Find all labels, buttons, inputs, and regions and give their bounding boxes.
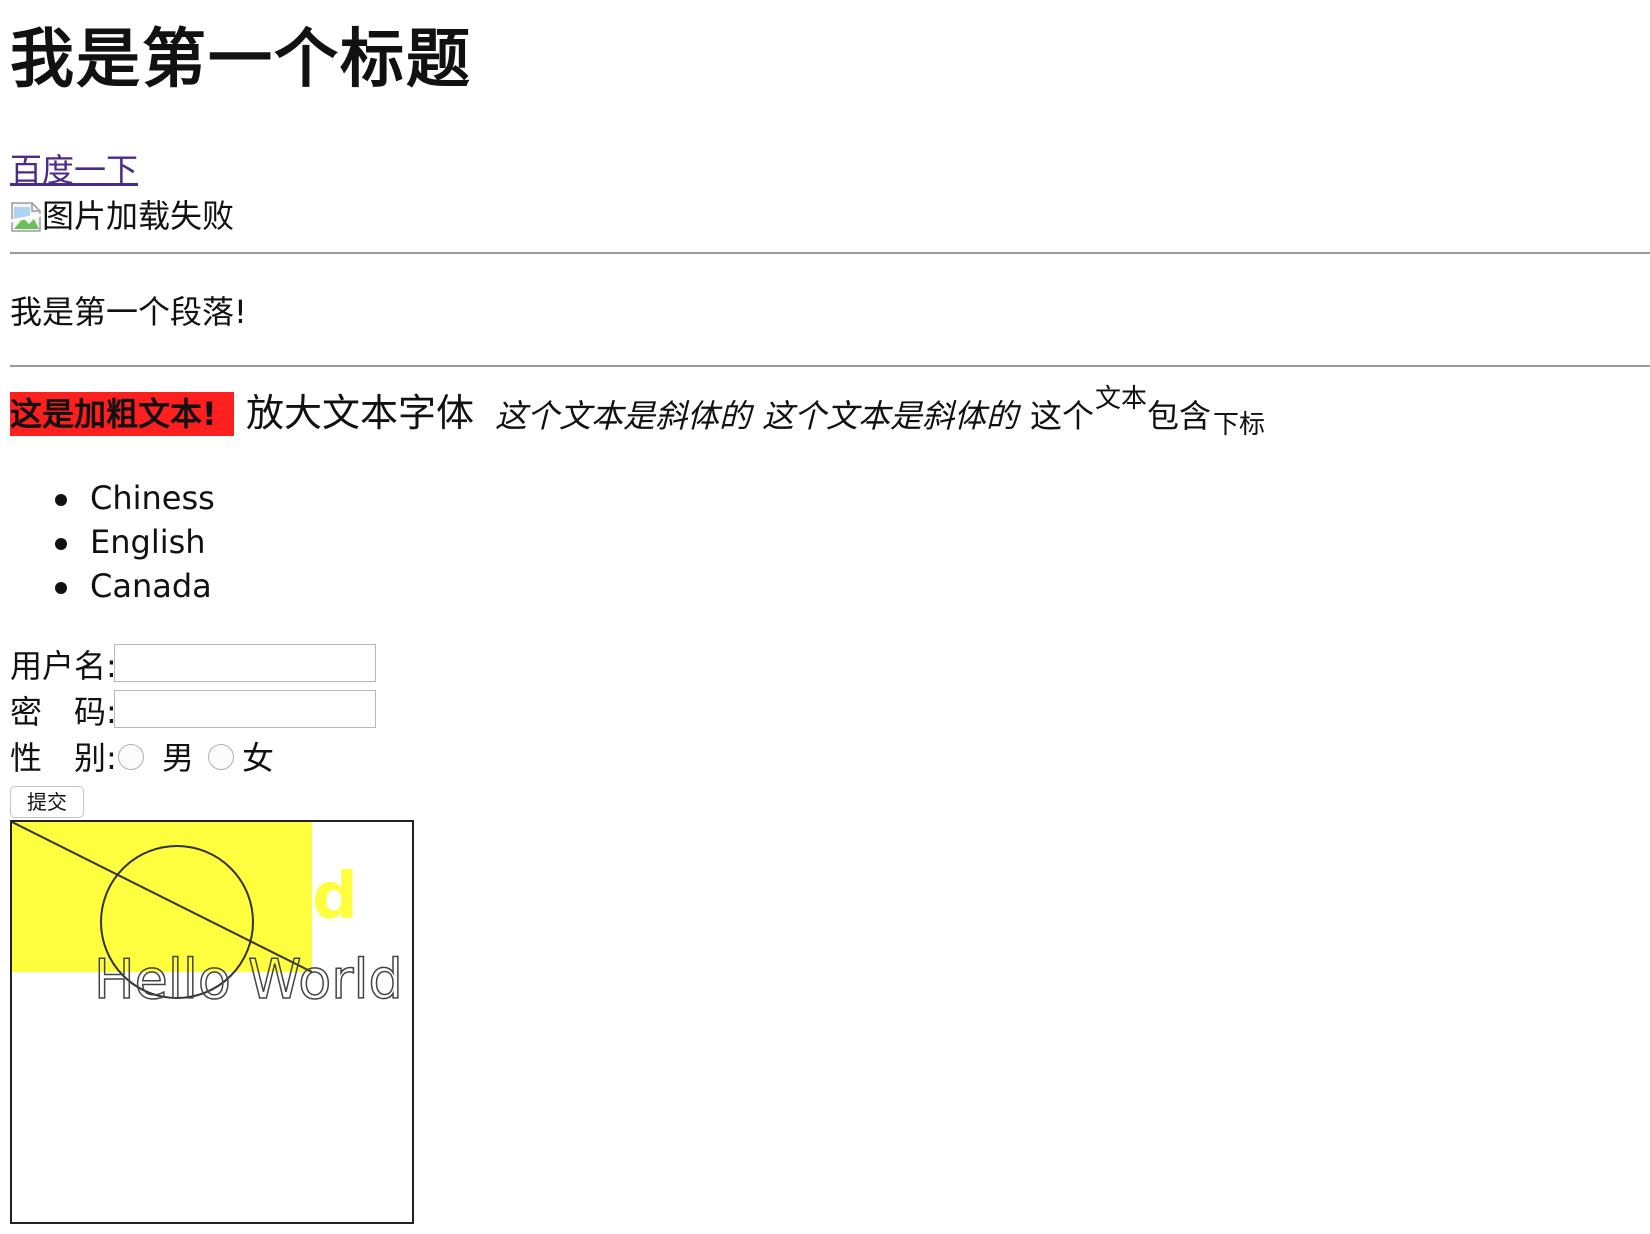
broken-image: 图片加载失败	[10, 196, 234, 236]
list-item-label: English	[90, 523, 206, 561]
image-alt-text: 图片加载失败	[42, 197, 235, 235]
password-row: 密码:	[10, 690, 390, 734]
baidu-link[interactable]: 百度一下	[10, 150, 138, 190]
drawing-canvas: d Hello World	[10, 820, 414, 1224]
horizontal-rule	[10, 252, 1650, 254]
italic-text: 这个文本是斜体的	[762, 397, 1019, 435]
big-text: 放大文本字体	[246, 391, 475, 435]
page-title: 我是第一个标题	[10, 23, 472, 97]
radio-female[interactable]	[208, 744, 234, 770]
bullet-icon	[55, 538, 67, 550]
bullet-icon	[55, 582, 67, 594]
plain-text: 包含	[1147, 397, 1212, 435]
username-label: 用户名:	[10, 647, 117, 685]
language-list: Chiness English Canada	[10, 476, 215, 608]
radio-male[interactable]	[118, 744, 144, 770]
username-input[interactable]	[114, 644, 376, 682]
list-item-label: Chiness	[90, 479, 215, 517]
page: 我是第一个标题 百度一下 图片加载失败 我是第一个段落! 这是加粗文本! 放大文…	[10, 0, 1650, 1234]
radio-female-label: 女	[242, 739, 275, 777]
list-item: English	[10, 520, 215, 564]
horizontal-rule	[10, 365, 1650, 367]
radio-male-label: 男	[162, 739, 195, 777]
first-paragraph: 我是第一个段落!	[10, 293, 247, 331]
list-item: Canada	[10, 564, 215, 608]
list-item-label: Canada	[90, 567, 212, 605]
username-row: 用户名:	[10, 644, 390, 688]
gender-row: 性别: 男 女	[10, 736, 300, 780]
bullet-icon	[55, 494, 67, 506]
superscript-text: 文本	[1095, 384, 1148, 414]
subscript-text: 下标	[1213, 410, 1266, 440]
list-item: Chiness	[10, 476, 215, 520]
canvas-drawing: d Hello World	[12, 822, 404, 1012]
plain-text: 这个	[1030, 397, 1095, 435]
submit-button[interactable]: 提交	[10, 786, 84, 818]
password-label: 密码:	[10, 693, 117, 731]
italic-text: 这个文本是斜体的	[495, 397, 752, 435]
password-input[interactable]	[114, 690, 376, 728]
broken-image-icon	[10, 202, 42, 232]
gender-label: 性别:	[10, 739, 117, 777]
bold-text: 这是加粗文本!	[10, 392, 234, 436]
outline-canvas-text: Hello World	[94, 948, 403, 1011]
faint-canvas-text: d	[312, 860, 358, 934]
